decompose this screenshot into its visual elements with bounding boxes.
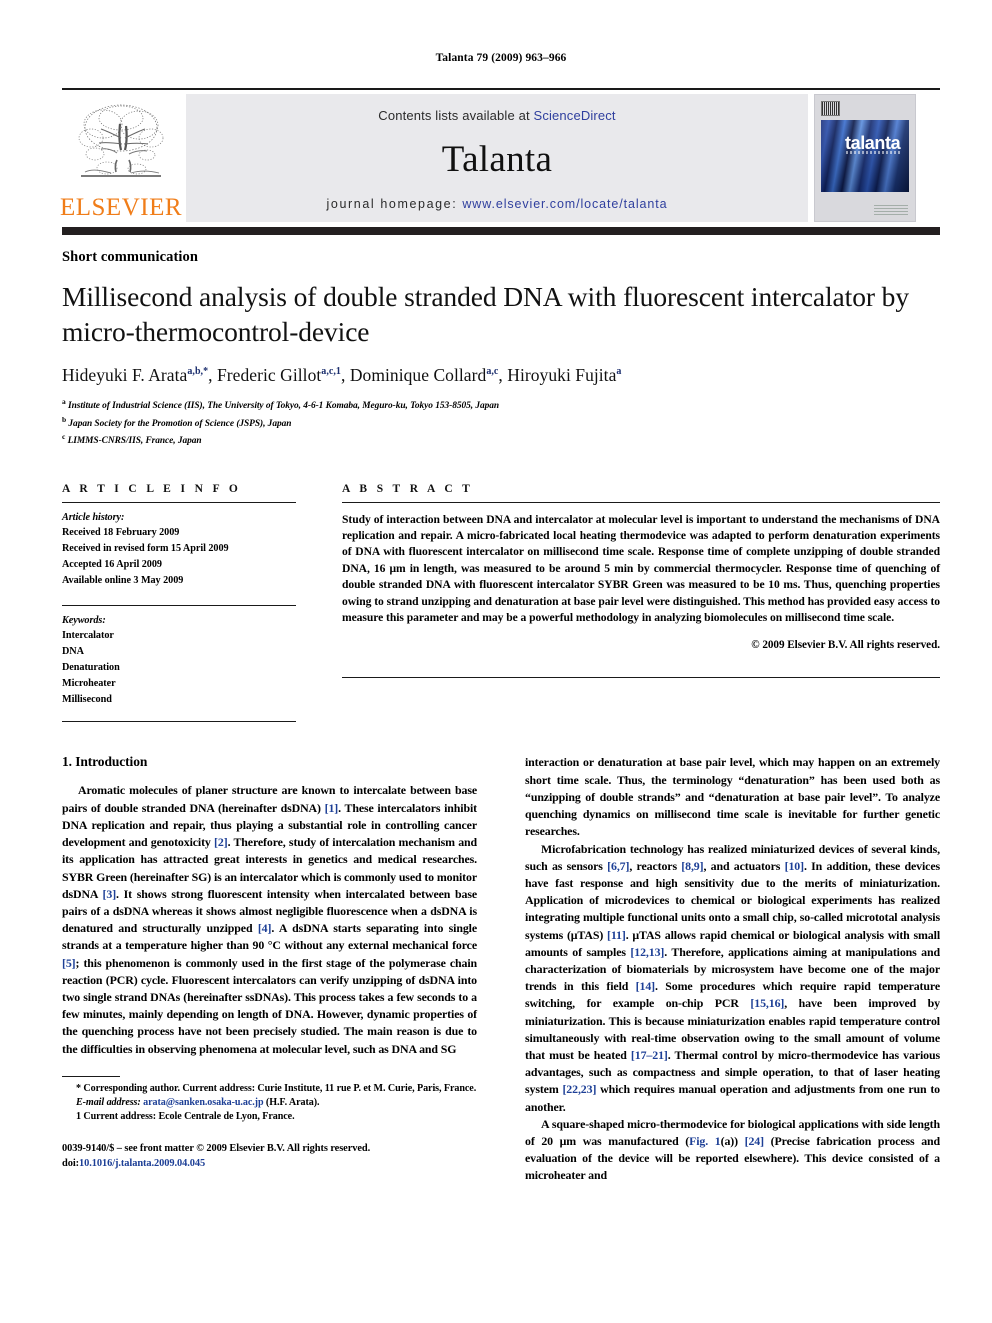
body-column-gap	[477, 754, 525, 1184]
affiliation-list: a Institute of Industrial Science (IIS),…	[62, 396, 940, 448]
paper-page: Talanta 79 (2009) 963–966 ELSEVIER Conte…	[0, 0, 992, 1323]
doi-line: doi:10.1016/j.talanta.2009.04.045	[62, 1156, 477, 1171]
section-heading-introduction: 1. Introduction	[62, 754, 148, 770]
masthead-center-panel: Contents lists available at ScienceDirec…	[186, 94, 808, 222]
elsevier-tree-icon	[78, 104, 164, 177]
keyword-item: Microheater	[62, 677, 116, 689]
elsevier-wordmark: ELSEVIER	[59, 194, 183, 221]
abstract-copyright: © 2009 Elsevier B.V. All rights reserved…	[751, 638, 940, 651]
doi-label: doi:	[62, 1157, 80, 1169]
email-link[interactable]: arata@sanken.osaka-u.ac.jp	[143, 1097, 263, 1108]
running-head: Talanta 79 (2009) 963–966	[435, 52, 567, 64]
page-content: Talanta 79 (2009) 963–966 ELSEVIER Conte…	[59, 0, 940, 1185]
column-gap	[296, 483, 342, 723]
author-affil-marks: a,c	[486, 366, 499, 378]
paragraph: interaction or denaturation at base pair…	[525, 755, 940, 839]
abstract-text: Study of interaction between DNA and int…	[342, 512, 940, 625]
abstract-bottom-rule	[342, 676, 940, 678]
imprint-block: 0039-9140/$ – see front matter © 2009 El…	[62, 1141, 477, 1171]
keyword-item: Intercalator	[62, 630, 114, 642]
history-item: Accepted 16 April 2009	[62, 558, 162, 570]
email-note: E-mail address: arata@sanken.osaka-u.ac.…	[62, 1096, 477, 1110]
document-type: Short communication	[62, 249, 199, 265]
journal-cover-thumbnail: talanta	[814, 94, 916, 222]
body-columns: 1. Introduction Aromatic molecules of pl…	[62, 754, 940, 1184]
affiliation-text: Japan Society for the Promotion of Scien…	[68, 418, 292, 429]
affiliation-item: c LIMMS-CNRS/IIS, France, Japan	[62, 431, 940, 448]
abstract-heading: A B S T R A C T	[342, 482, 474, 495]
article-info-rule	[62, 501, 296, 503]
masthead-bottom-band	[62, 227, 940, 235]
history-item: Received in revised form 15 April 2009	[62, 543, 229, 555]
email-label: E-mail address:	[76, 1097, 141, 1109]
footnote-1: 1 Current address: Ecole Centrale de Lyo…	[76, 1111, 295, 1123]
author-affil-marks: a,b,*	[187, 366, 209, 378]
keywords-label: Keywords:	[62, 614, 106, 626]
affiliation-mark: a	[62, 397, 66, 407]
history-item: Received 18 February 2009	[62, 527, 180, 539]
author-name: Dominique Collard	[349, 365, 487, 386]
journal-cover-wrap: talanta	[814, 94, 940, 222]
footnote-rule	[62, 1075, 120, 1077]
article-history-label: Article history:	[62, 511, 125, 523]
keyword-item: Millisecond	[62, 693, 112, 705]
page-title: Millisecond analysis of double stranded …	[62, 281, 909, 347]
affiliation-mark: b	[62, 414, 67, 424]
author-affil-marks: a	[616, 366, 622, 378]
keywords-block: Keywords: Intercalator DNA Denaturation …	[62, 613, 296, 708]
contents-line: Contents lists available at ScienceDirec…	[186, 108, 808, 123]
article-info-column: A R T I C L E I N F O Article history: R…	[62, 483, 296, 723]
paragraph: Microfabrication technology has realized…	[525, 841, 941, 1114]
keywords-top-rule	[62, 604, 296, 606]
affiliation-item: b Japan Society for the Promotion of Sci…	[62, 414, 940, 431]
author-affil-marks: a,c,1	[321, 366, 341, 378]
keyword-item: Denaturation	[62, 662, 120, 674]
email-suffix: (H.F. Arata).	[263, 1097, 320, 1109]
author-name: Hideyuki F. Arata	[62, 365, 188, 386]
homepage-url-link[interactable]: www.elsevier.com/locate/talanta	[462, 197, 667, 211]
affiliation-text: Institute of Industrial Science (IIS), T…	[68, 401, 500, 412]
imprint-line: 0039-9140/$ – see front matter © 2009 El…	[62, 1142, 371, 1154]
article-history: Article history: Received 18 February 20…	[62, 510, 296, 589]
contents-prefix: Contents lists available at	[378, 108, 534, 123]
affiliation-mark: c	[62, 432, 66, 442]
journal-masthead: ELSEVIER Contents lists available at Sci…	[59, 94, 940, 222]
affiliation-text: LIMMS-CNRS/IIS, France, Japan	[67, 436, 202, 447]
author-name: Frederic Gillot	[217, 365, 322, 386]
corresponding-author-note: * Corresponding author. Current address:…	[76, 1082, 477, 1094]
cover-publisher-mark	[874, 203, 908, 215]
doi-link[interactable]: 10.1016/j.talanta.2009.04.045	[79, 1158, 205, 1169]
history-item: Available online 3 May 2009	[62, 574, 184, 586]
abstract-column: A B S T R A C T Study of interaction bet…	[342, 483, 940, 723]
elsevier-logo: ELSEVIER	[59, 94, 183, 222]
author-name: Hiroyuki Fujita	[507, 365, 617, 386]
footnote-block: * Corresponding author. Current address:…	[62, 1082, 477, 1125]
masthead-top-rule	[62, 88, 940, 90]
keyword-item: DNA	[62, 646, 84, 658]
info-abstract-block: A R T I C L E I N F O Article history: R…	[62, 483, 940, 723]
author-list: Hideyuki F. Arataa,b,*, Frederic Gillota…	[62, 365, 622, 386]
journal-homepage-line: journal homepage: www.elsevier.com/locat…	[186, 197, 808, 211]
body-right-column: interaction or denaturation at base pair…	[525, 754, 940, 1184]
paragraph: A square-shaped micro-thermodevice for b…	[525, 1116, 941, 1183]
article-info-bottom-rule	[62, 721, 296, 723]
cover-subtitle-rule	[846, 151, 902, 154]
homepage-prefix: journal homepage:	[326, 197, 463, 211]
paragraph: Aromatic molecules of planer structure a…	[62, 783, 478, 1056]
sciencedirect-link[interactable]: ScienceDirect	[534, 108, 616, 123]
journal-title: Talanta	[441, 138, 553, 180]
cover-artwork	[821, 120, 909, 192]
article-info-heading: A R T I C L E I N F O	[62, 482, 242, 495]
abstract-rule	[342, 501, 940, 503]
barcode-icon	[821, 101, 840, 116]
body-left-column: 1. Introduction Aromatic molecules of pl…	[62, 754, 477, 1184]
affiliation-item: a Institute of Industrial Science (IIS),…	[62, 396, 940, 413]
